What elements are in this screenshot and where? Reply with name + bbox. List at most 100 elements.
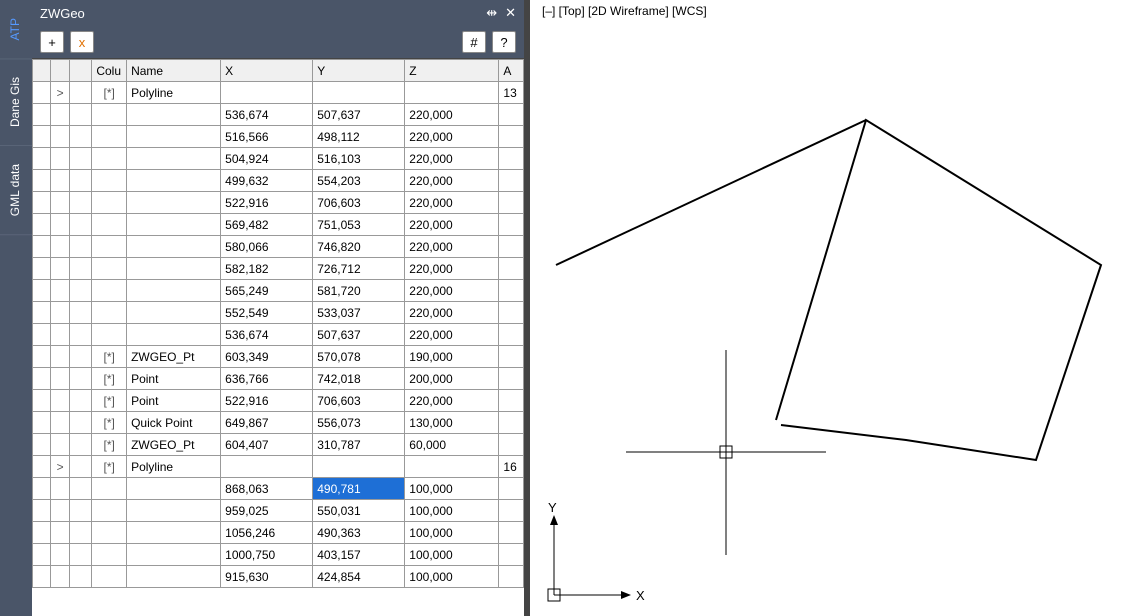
cell[interactable] bbox=[69, 566, 92, 588]
col-name[interactable]: Name bbox=[127, 60, 221, 82]
x-cell[interactable] bbox=[221, 456, 313, 478]
bracket-cell[interactable]: [*] bbox=[92, 82, 127, 104]
name-cell[interactable] bbox=[127, 522, 221, 544]
z-cell[interactable]: 220,000 bbox=[405, 170, 499, 192]
col-h2[interactable] bbox=[69, 60, 92, 82]
cell[interactable] bbox=[92, 566, 127, 588]
ext-cell[interactable] bbox=[499, 104, 524, 126]
bracket-cell[interactable]: [*] bbox=[92, 456, 127, 478]
cell[interactable] bbox=[51, 126, 69, 148]
cell[interactable] bbox=[33, 214, 51, 236]
cell[interactable] bbox=[92, 258, 127, 280]
cell[interactable] bbox=[69, 82, 92, 104]
cell[interactable] bbox=[92, 324, 127, 346]
ext-cell[interactable] bbox=[499, 434, 524, 456]
y-cell[interactable]: 570,078 bbox=[313, 346, 405, 368]
z-cell[interactable]: 220,000 bbox=[405, 104, 499, 126]
cell[interactable] bbox=[33, 302, 51, 324]
cell[interactable] bbox=[92, 170, 127, 192]
name-cell[interactable]: Point bbox=[127, 390, 221, 412]
z-cell[interactable]: 60,000 bbox=[405, 434, 499, 456]
cell[interactable] bbox=[92, 192, 127, 214]
table-row[interactable]: 1000,750403,157100,000 bbox=[33, 544, 524, 566]
cell[interactable] bbox=[51, 214, 69, 236]
name-cell[interactable] bbox=[127, 192, 221, 214]
x-cell[interactable] bbox=[221, 82, 313, 104]
cell[interactable] bbox=[69, 170, 92, 192]
cell[interactable] bbox=[51, 170, 69, 192]
z-cell[interactable]: 100,000 bbox=[405, 478, 499, 500]
cell[interactable] bbox=[51, 390, 69, 412]
table-row[interactable]: 522,916706,603220,000 bbox=[33, 192, 524, 214]
x-cell[interactable]: 604,407 bbox=[221, 434, 313, 456]
cell[interactable] bbox=[92, 522, 127, 544]
name-cell[interactable] bbox=[127, 500, 221, 522]
name-cell[interactable]: Quick Point bbox=[127, 412, 221, 434]
cell[interactable] bbox=[92, 236, 127, 258]
table-row[interactable]: 582,182726,712220,000 bbox=[33, 258, 524, 280]
x-cell[interactable]: 504,924 bbox=[221, 148, 313, 170]
col-ext[interactable]: A bbox=[499, 60, 524, 82]
cell[interactable] bbox=[69, 236, 92, 258]
cell[interactable] bbox=[69, 478, 92, 500]
y-cell[interactable] bbox=[313, 82, 405, 104]
cell[interactable] bbox=[33, 170, 51, 192]
z-cell[interactable]: 220,000 bbox=[405, 236, 499, 258]
x-cell[interactable]: 603,349 bbox=[221, 346, 313, 368]
col-colu[interactable]: Colu bbox=[92, 60, 127, 82]
cell[interactable] bbox=[92, 104, 127, 126]
expand-icon[interactable]: > bbox=[51, 456, 69, 478]
table-row[interactable]: 536,674507,637220,000 bbox=[33, 324, 524, 346]
ext-cell[interactable] bbox=[499, 412, 524, 434]
name-cell[interactable] bbox=[127, 280, 221, 302]
table-row[interactable]: 868,063490,781100,000 bbox=[33, 478, 524, 500]
x-cell[interactable]: 580,066 bbox=[221, 236, 313, 258]
name-cell[interactable] bbox=[127, 258, 221, 280]
ext-cell[interactable] bbox=[499, 390, 524, 412]
bracket-cell[interactable]: [*] bbox=[92, 434, 127, 456]
z-cell[interactable]: 190,000 bbox=[405, 346, 499, 368]
ext-cell[interactable] bbox=[499, 324, 524, 346]
cell[interactable] bbox=[92, 500, 127, 522]
z-cell[interactable] bbox=[405, 82, 499, 104]
x-cell[interactable]: 516,566 bbox=[221, 126, 313, 148]
table-row[interactable]: [*]ZWGEO_Pt603,349570,078190,000 bbox=[33, 346, 524, 368]
cell[interactable] bbox=[51, 434, 69, 456]
z-cell[interactable]: 220,000 bbox=[405, 214, 499, 236]
ext-cell[interactable]: 16 bbox=[499, 456, 524, 478]
cell[interactable] bbox=[33, 346, 51, 368]
cell[interactable] bbox=[92, 302, 127, 324]
x-cell[interactable]: 868,063 bbox=[221, 478, 313, 500]
cell[interactable] bbox=[69, 324, 92, 346]
y-cell[interactable]: 550,031 bbox=[313, 500, 405, 522]
cell[interactable] bbox=[51, 302, 69, 324]
x-cell[interactable]: 552,549 bbox=[221, 302, 313, 324]
z-cell[interactable] bbox=[405, 456, 499, 478]
cell[interactable] bbox=[33, 544, 51, 566]
name-cell[interactable]: Point bbox=[127, 368, 221, 390]
cell[interactable] bbox=[33, 434, 51, 456]
name-cell[interactable] bbox=[127, 104, 221, 126]
cell[interactable] bbox=[69, 544, 92, 566]
table-row[interactable]: [*]ZWGEO_Pt604,407310,78760,000 bbox=[33, 434, 524, 456]
viewport-canvas[interactable]: X Y bbox=[536, 0, 1140, 616]
x-cell[interactable]: 1000,750 bbox=[221, 544, 313, 566]
cell[interactable] bbox=[92, 280, 127, 302]
expand-icon[interactable]: > bbox=[51, 82, 69, 104]
cell[interactable] bbox=[33, 104, 51, 126]
cell[interactable] bbox=[69, 522, 92, 544]
ext-cell[interactable] bbox=[499, 192, 524, 214]
table-row[interactable]: [*]Point522,916706,603220,000 bbox=[33, 390, 524, 412]
y-cell[interactable]: 726,712 bbox=[313, 258, 405, 280]
cell[interactable] bbox=[33, 148, 51, 170]
cell[interactable] bbox=[51, 500, 69, 522]
x-cell[interactable]: 536,674 bbox=[221, 104, 313, 126]
ext-cell[interactable]: 13 bbox=[499, 82, 524, 104]
cell[interactable] bbox=[51, 192, 69, 214]
x-cell[interactable]: 499,632 bbox=[221, 170, 313, 192]
y-cell[interactable]: 742,018 bbox=[313, 368, 405, 390]
name-cell[interactable] bbox=[127, 544, 221, 566]
z-cell[interactable]: 220,000 bbox=[405, 390, 499, 412]
cell[interactable] bbox=[51, 280, 69, 302]
table-row[interactable]: 580,066746,820220,000 bbox=[33, 236, 524, 258]
